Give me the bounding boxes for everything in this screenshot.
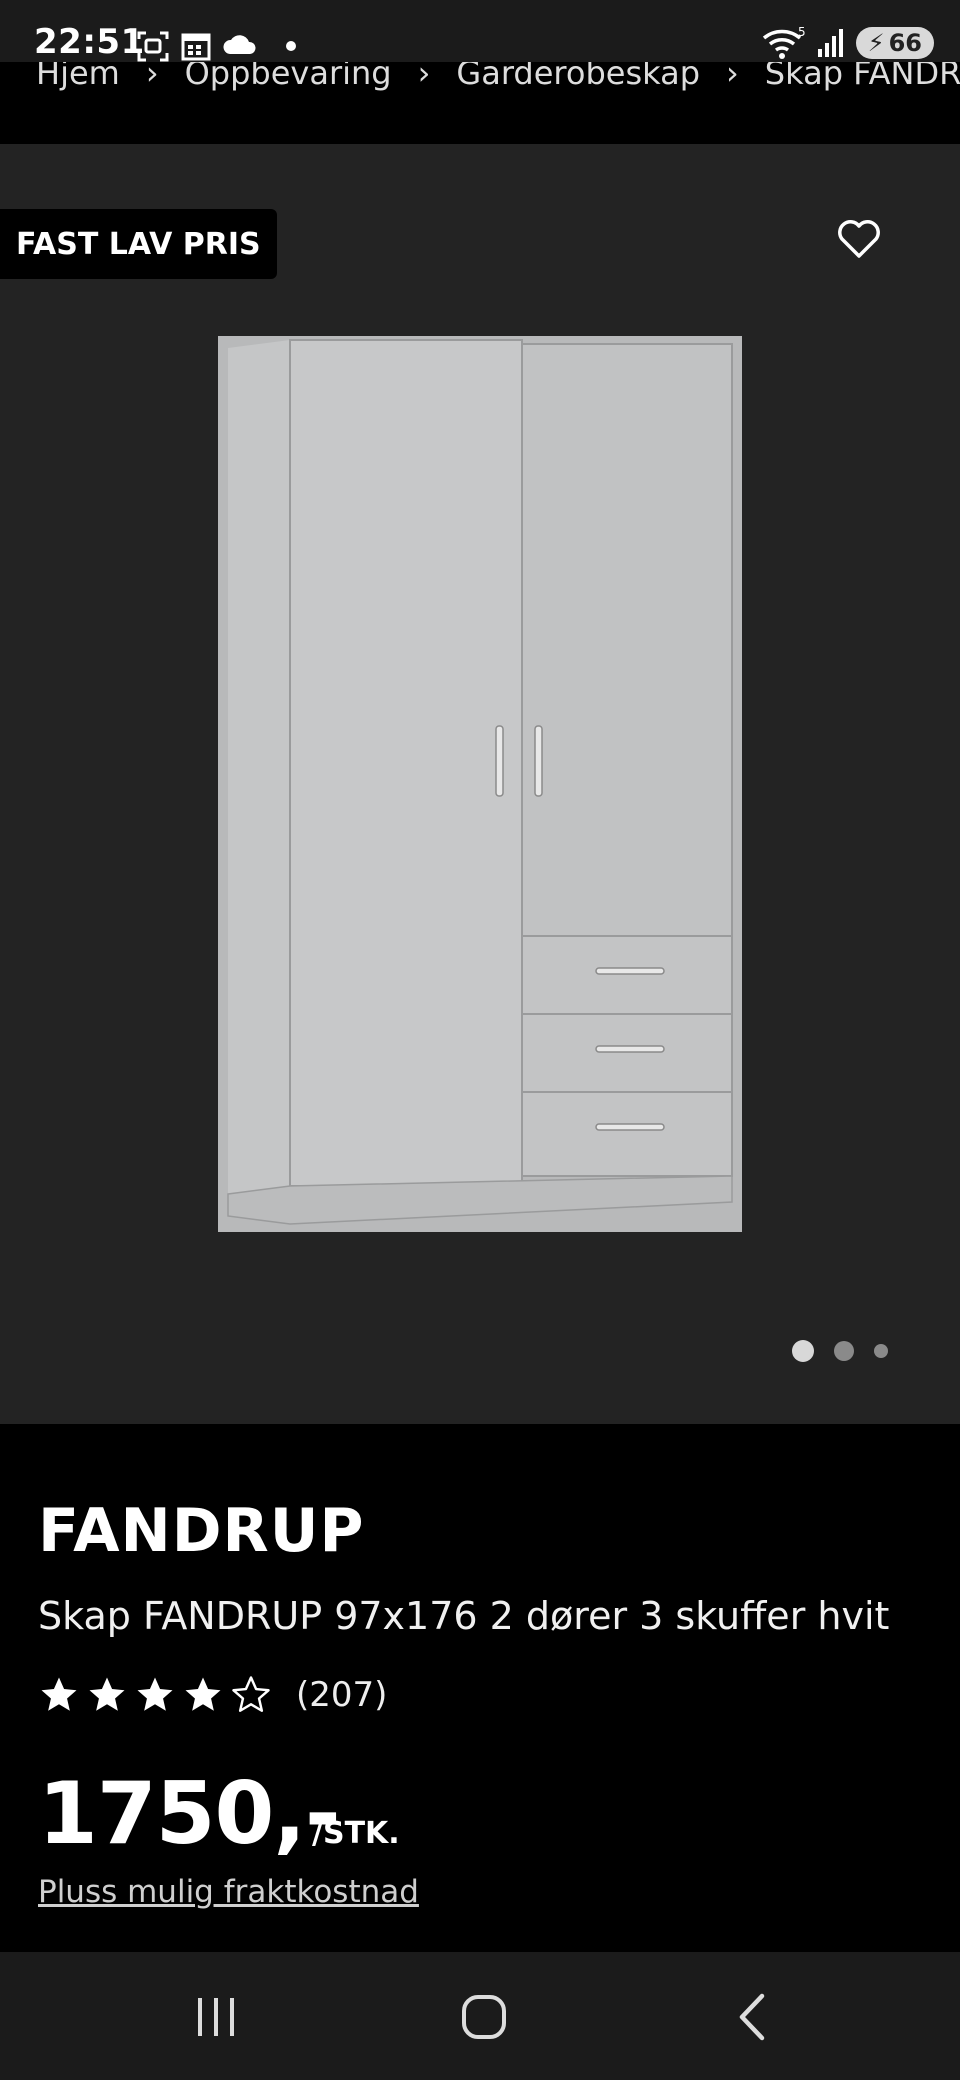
review-count[interactable]: (207) <box>296 1675 387 1715</box>
cloud-icon <box>223 35 256 54</box>
back-icon[interactable] <box>724 1992 784 2042</box>
shipping-cost-link[interactable]: Pluss mulig fraktkostnad <box>38 1874 419 1910</box>
gallery-dot-2[interactable] <box>834 1341 854 1361</box>
product-image[interactable] <box>218 336 742 1232</box>
chevron-right-icon: › <box>145 62 159 92</box>
gallery-pagination <box>792 1340 888 1362</box>
gallery-dot-1[interactable] <box>792 1340 814 1362</box>
price-unit: /STK. <box>312 1816 400 1851</box>
product-price: 1750,- <box>38 1764 341 1864</box>
star-filled-icon <box>137 1677 173 1711</box>
screenshot-icon <box>137 31 169 62</box>
product-gallery[interactable]: FAST LAV PRIS <box>0 144 960 1424</box>
battery-icon: ⚡ 66 <box>855 27 934 59</box>
dot-icon <box>286 41 296 51</box>
chevron-right-icon: › <box>726 62 739 92</box>
star-filled-icon <box>41 1677 77 1711</box>
system-navigation-bar <box>0 1952 960 2080</box>
breadcrumb-item-wardrobe[interactable]: Garderobeskap <box>456 62 700 92</box>
calendar-icon <box>181 33 211 61</box>
star-filled-icon <box>89 1677 125 1711</box>
breadcrumb-item-product[interactable]: Skap FANDRUP <box>765 62 960 92</box>
battery-level: 66 <box>888 29 922 57</box>
rating-stars <box>38 1674 272 1716</box>
product-info: FANDRUP Skap FANDRUP 97x176 2 dører 3 sk… <box>0 1424 960 1952</box>
product-brand: FANDRUP <box>38 1496 365 1566</box>
price-badge: FAST LAV PRIS <box>0 209 277 279</box>
product-description: Skap FANDRUP 97x176 2 dører 3 skuffer hv… <box>38 1594 890 1638</box>
chevron-right-icon: › <box>417 62 431 92</box>
status-right-icons: 5 ⚡ 66 <box>762 26 934 60</box>
signal-icon <box>817 29 843 57</box>
heart-icon[interactable] <box>834 214 884 264</box>
status-time: 22:51 <box>34 22 145 62</box>
wifi-icon: 5 <box>762 26 806 59</box>
product-rating[interactable]: (207) <box>38 1674 387 1716</box>
svg-text:5: 5 <box>798 26 806 39</box>
charging-bolt-icon: ⚡ <box>867 29 885 57</box>
star-filled-icon <box>185 1677 221 1711</box>
breadcrumb: Hjem › Oppbevaring › Garderobeskap › Ska… <box>0 62 960 144</box>
star-empty-icon <box>232 1676 270 1712</box>
home-icon[interactable] <box>454 1992 514 2042</box>
wardrobe-illustration <box>218 336 742 1232</box>
status-left-icons <box>136 28 296 64</box>
gallery-dot-3[interactable] <box>874 1344 888 1358</box>
recent-apps-icon[interactable] <box>186 1992 246 2042</box>
breadcrumb-item-storage[interactable]: Oppbevaring <box>185 62 392 92</box>
breadcrumb-item-home[interactable]: Hjem <box>36 62 120 92</box>
